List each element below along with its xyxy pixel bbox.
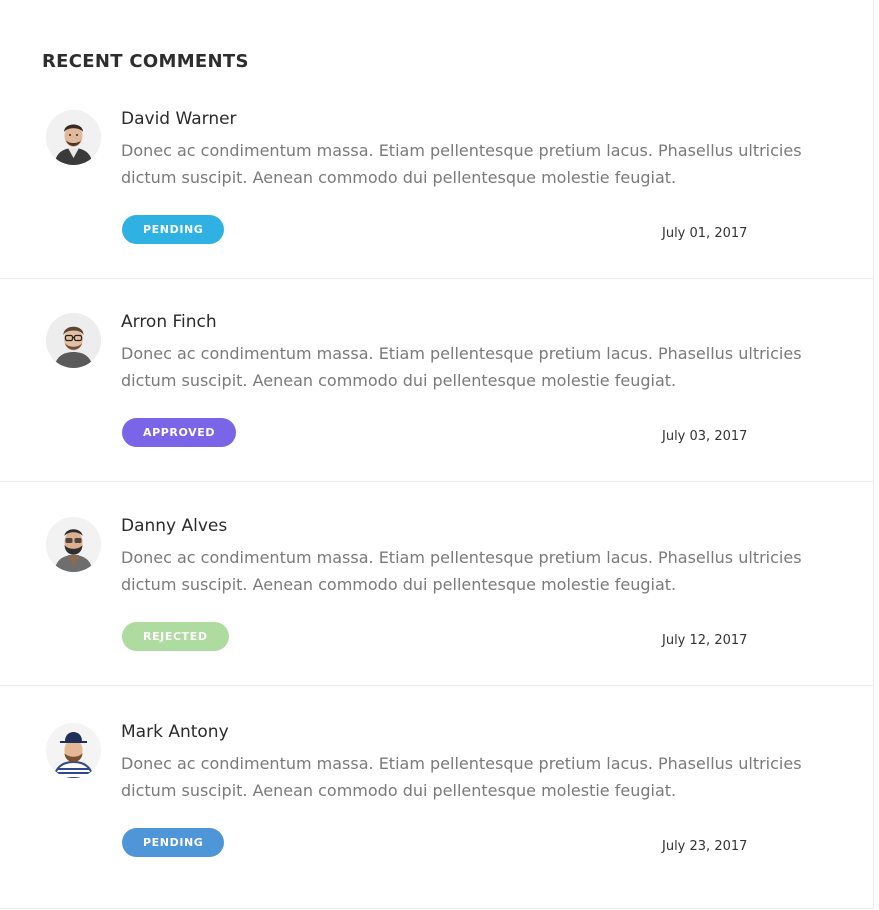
comment-date: July 23, 2017 (662, 839, 748, 854)
avatar[interactable] (46, 110, 101, 165)
status-badge-pending[interactable]: PENDING (122, 215, 225, 244)
comment-date: July 03, 2017 (662, 429, 748, 444)
widget-title: RECENT COMMENTS (42, 51, 249, 72)
avatar-image-icon (46, 313, 101, 368)
avatar[interactable] (46, 313, 101, 368)
recent-comments-widget: RECENT COMMENTS David Warner Donec ac co… (0, 0, 874, 909)
comment-text: Donec ac condimentum massa. Etiam pellen… (121, 344, 802, 390)
comment-text: Donec ac condimentum massa. Etiam pellen… (121, 754, 802, 800)
comment-date: July 01, 2017 (662, 226, 748, 241)
status-badge-pending[interactable]: PENDING (122, 828, 225, 857)
avatar-image-icon (46, 110, 101, 165)
avatar-image-icon (46, 517, 101, 572)
comment-item: Danny Alves Donec ac condimentum massa. … (0, 515, 873, 686)
comment-author[interactable]: Arron Finch (121, 311, 217, 333)
comment-item: Arron Finch Donec ac condimentum massa. … (0, 311, 873, 482)
comment-item: Mark Antony Donec ac condimentum massa. … (0, 721, 873, 891)
comment-author[interactable]: Mark Antony (121, 721, 229, 743)
avatar-image-icon (46, 723, 101, 778)
comment-text: Donec ac condimentum massa. Etiam pellen… (121, 141, 802, 187)
status-badge-approved[interactable]: APPROVED (122, 418, 237, 447)
comment-date: July 12, 2017 (662, 633, 748, 648)
comment-item: David Warner Donec ac condimentum massa.… (0, 108, 873, 279)
comment-author[interactable]: Danny Alves (121, 515, 227, 537)
avatar[interactable] (46, 723, 101, 778)
comment-author[interactable]: David Warner (121, 108, 237, 130)
avatar[interactable] (46, 517, 101, 572)
comment-text: Donec ac condimentum massa. Etiam pellen… (121, 548, 802, 594)
status-badge-rejected[interactable]: REJECTED (122, 622, 229, 651)
